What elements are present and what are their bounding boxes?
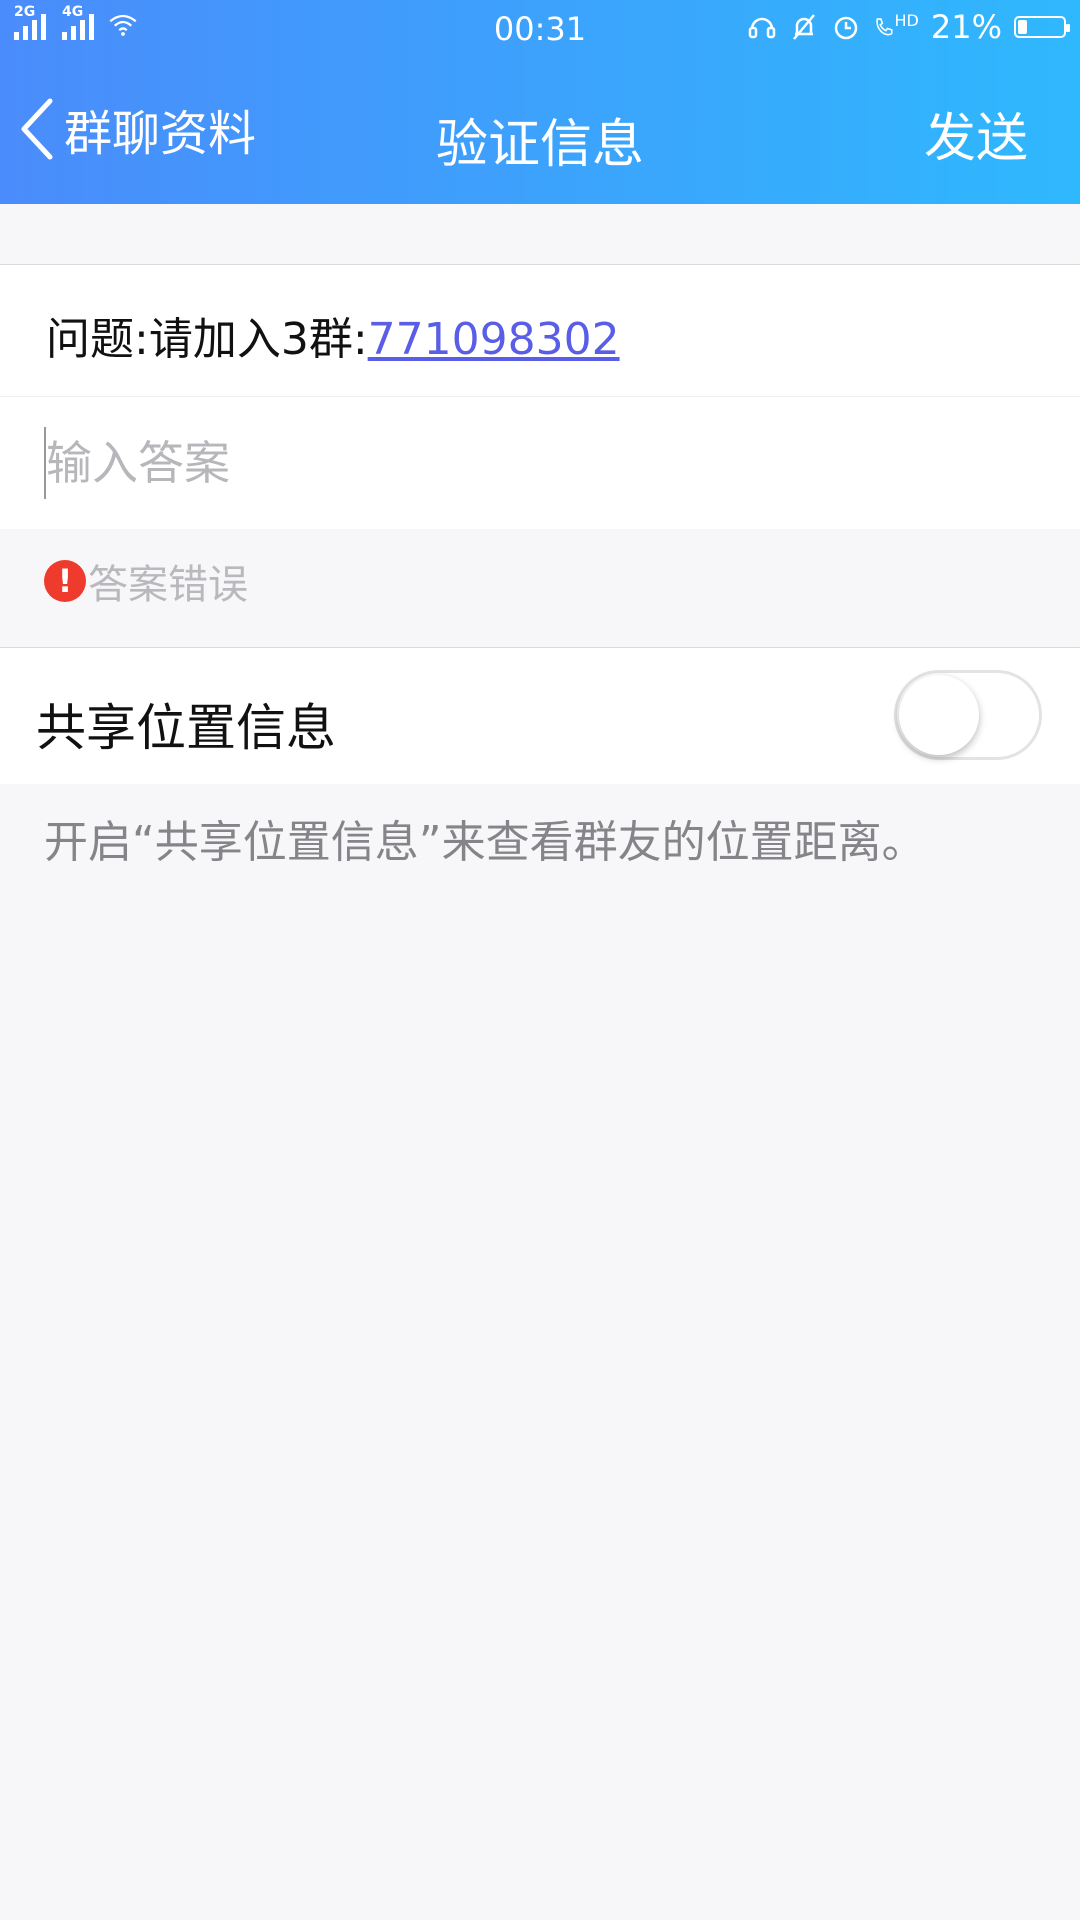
share-location-row: 共享位置信息 — [0, 648, 1080, 784]
battery-percent: 21% — [930, 8, 1002, 46]
share-location-label: 共享位置信息 — [36, 699, 336, 757]
page-title: 验证信息 — [435, 115, 644, 175]
headset-icon — [747, 12, 777, 42]
answer-input[interactable] — [44, 427, 1028, 499]
battery-icon — [1014, 16, 1070, 38]
error-text: 答案错误 — [88, 562, 248, 608]
share-location-hint: 开启“共享位置信息”来查看群友的位置距离。 — [44, 817, 926, 868]
error-message: ! 答案错误 — [44, 552, 248, 610]
question-row: 问题:请加入3群:771098302 — [0, 265, 1080, 396]
question-text: 问题:请加入3群:771098302 — [46, 303, 620, 367]
group-number-link[interactable]: 771098302 — [368, 314, 620, 365]
nav-bar: 群聊资料 验证信息 发送 — [0, 58, 1080, 204]
answer-row — [0, 397, 1080, 529]
error-icon: ! — [44, 560, 86, 602]
status-bar: 2G 4G 00:31 HD 21% — [0, 0, 1080, 58]
send-button[interactable]: 发送 — [924, 96, 1028, 171]
battery-fill — [1018, 20, 1027, 34]
alarm-icon — [831, 12, 861, 42]
hd-call-icon: HD — [873, 10, 919, 42]
question-prefix: 问题:请加入3群: — [46, 314, 368, 365]
share-location-toggle[interactable] — [894, 670, 1042, 760]
toggle-knob — [899, 675, 979, 755]
hd-label: HD — [894, 10, 919, 30]
status-right: HD 21% — [747, 8, 1070, 46]
top-bar: 2G 4G 00:31 HD 21% 群聊资料 验证信息 发送 — [0, 0, 1080, 204]
bell-mute-icon — [789, 12, 819, 42]
